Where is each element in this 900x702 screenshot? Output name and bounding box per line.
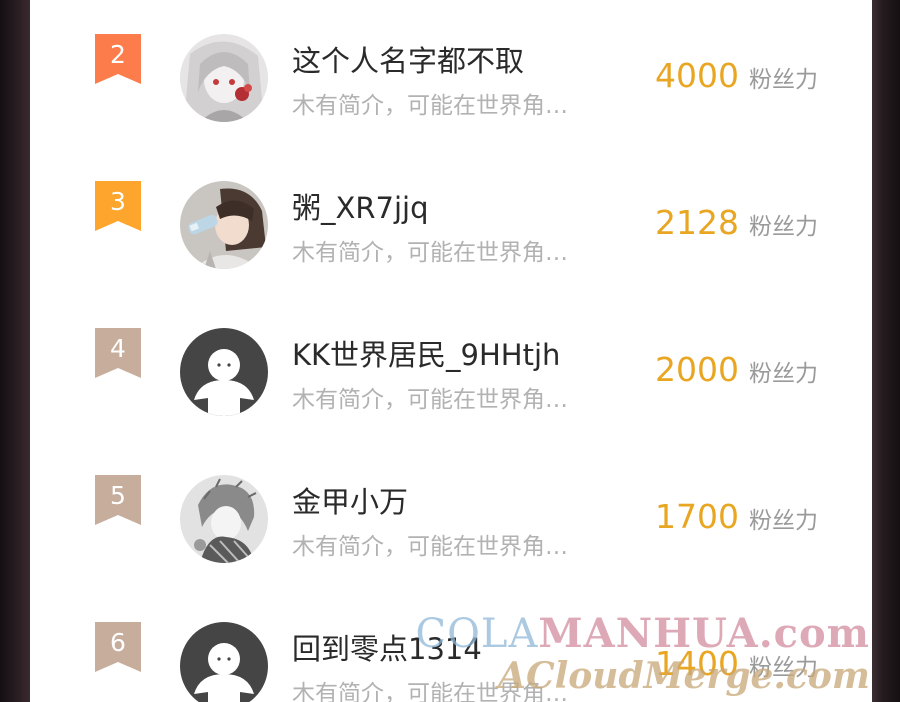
background-left-edge <box>0 0 30 702</box>
score-value: 2000 <box>655 350 739 389</box>
default-avatar-icon[interactable] <box>180 622 268 702</box>
user-bio: 木有简介，可能在世界角… <box>292 387 568 413</box>
rank-badge: 4 <box>95 328 141 378</box>
rank-badge: 5 <box>95 475 141 525</box>
score-value: 4000 <box>655 56 739 95</box>
user-name[interactable]: 金甲小万 <box>292 479 408 521</box>
list-item[interactable]: 4 KK世界居民_9HHtjh 木有简介，可能在世界角… 2000 粉丝力 <box>30 290 872 437</box>
user-name[interactable]: 粥_XR7jjq <box>292 185 429 227</box>
avatar[interactable] <box>180 34 268 122</box>
score: 2000 粉丝力 <box>655 350 818 389</box>
score: 1400 粉丝力 <box>655 644 818 683</box>
background-right-edge <box>872 0 900 702</box>
avatar[interactable] <box>180 181 268 269</box>
score-value: 2128 <box>655 203 739 242</box>
list-item[interactable]: 2 这个人名字都不取 木有简介，可能在世界角… 4000 粉丝力 <box>30 0 872 143</box>
score: 4000 粉丝力 <box>655 56 818 95</box>
rank-badge: 2 <box>95 34 141 84</box>
user-bio: 木有简介，可能在世界角… <box>292 93 568 119</box>
user-bio: 木有简介，可能在世界角… <box>292 681 568 702</box>
user-bio: 木有简介，可能在世界角… <box>292 240 568 266</box>
list-item[interactable]: 3 粥_XR7jjq 木有简介，可能在世界角… 2128 粉丝力 <box>30 143 872 290</box>
score-unit: 粉丝力 <box>749 214 818 240</box>
user-name[interactable]: 回到零点1314 <box>292 626 482 668</box>
score-unit: 粉丝力 <box>749 508 818 534</box>
rank-badge: 3 <box>95 181 141 231</box>
score-value: 1700 <box>655 497 739 536</box>
user-name[interactable]: KK世界居民_9HHtjh <box>292 332 560 374</box>
list-item[interactable]: 6 回到零点1314 木有简介，可能在世界角… 1400 粉丝力 <box>30 584 872 702</box>
score: 2128 粉丝力 <box>655 203 818 242</box>
rank-badge: 6 <box>95 622 141 672</box>
list-item[interactable]: 5 金甲小万 木有简介，可能在世界角… 1700 粉丝力 <box>30 437 872 584</box>
score-unit: 粉丝力 <box>749 67 818 93</box>
user-bio: 木有简介，可能在世界角… <box>292 534 568 560</box>
score-unit: 粉丝力 <box>749 655 818 681</box>
ranking-list: 2 这个人名字都不取 木有简介，可能在世界角… 4000 粉丝力 3 粥_XR7… <box>30 0 872 702</box>
score-unit: 粉丝力 <box>749 361 818 387</box>
score: 1700 粉丝力 <box>655 497 818 536</box>
user-name[interactable]: 这个人名字都不取 <box>292 38 524 80</box>
default-avatar-icon[interactable] <box>180 328 268 416</box>
score-value: 1400 <box>655 644 739 683</box>
avatar[interactable] <box>180 475 268 563</box>
